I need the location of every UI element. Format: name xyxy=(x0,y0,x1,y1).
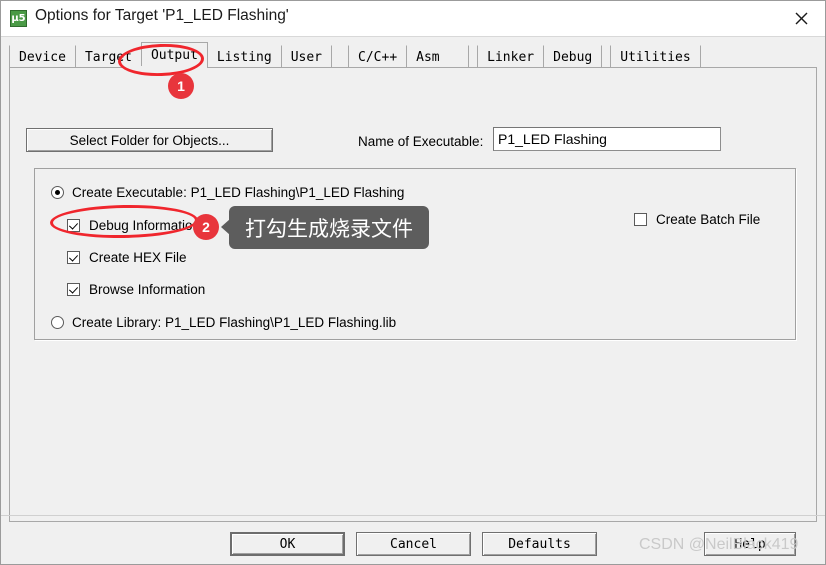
tab-asm[interactable]: Asm xyxy=(406,45,470,68)
keil-uvision-icon: μ5 xyxy=(10,10,27,27)
footer-divider xyxy=(1,515,825,516)
select-folder-for-objects-button[interactable]: Select Folder for Objects... xyxy=(26,128,273,152)
tab-c-cpp[interactable]: C/C++ xyxy=(348,45,408,68)
checkbox-indicator-unchecked xyxy=(634,213,647,226)
checkbox-indicator-checked xyxy=(67,283,80,296)
tab-target[interactable]: Target xyxy=(74,45,142,68)
browse-information-checkbox[interactable]: Browse Information xyxy=(67,282,205,297)
tab-listing[interactable]: Listing xyxy=(206,45,282,68)
dialog-client-area: Device Target Output Listing User C/C++ Asm Lin… xyxy=(1,36,825,564)
selected-tab-seam xyxy=(123,66,196,69)
create-library-label: Create Library: P1_LED Flashing\P1_LED F… xyxy=(72,315,397,330)
tab-output[interactable]: Output xyxy=(140,42,208,68)
radio-indicator-unchecked xyxy=(51,316,64,329)
tab-device[interactable]: Device xyxy=(9,45,76,68)
checkbox-indicator-checked xyxy=(67,251,80,264)
create-hex-file-checkbox[interactable]: Create HEX File xyxy=(67,250,187,265)
tab-debug[interactable]: Debug xyxy=(543,45,603,68)
ok-button[interactable]: OK xyxy=(230,532,345,556)
screenshot-root: μ5 Options for Target 'P1_LED Flashing' … xyxy=(0,0,826,565)
cancel-button[interactable]: Cancel xyxy=(356,532,471,556)
debug-information-label: Debug Information xyxy=(89,218,201,233)
title-bar: μ5 Options for Target 'P1_LED Flashing' xyxy=(1,1,825,36)
tab-utilities[interactable]: Utilities xyxy=(610,45,701,68)
defaults-button[interactable]: Defaults xyxy=(482,532,597,556)
name-of-executable-label: Name of Executable: xyxy=(358,134,484,149)
tab-user[interactable]: User xyxy=(280,45,333,68)
debug-information-checkbox[interactable]: Debug Information xyxy=(67,218,200,233)
close-icon[interactable] xyxy=(779,2,824,35)
dialog-title: Options for Target 'P1_LED Flashing' xyxy=(35,7,289,24)
create-batch-file-label: Create Batch File xyxy=(656,212,761,227)
create-batch-file-checkbox[interactable]: Create Batch File xyxy=(634,212,760,227)
create-hex-file-label: Create HEX File xyxy=(89,250,187,265)
checkbox-indicator-checked xyxy=(67,219,80,232)
help-button[interactable]: Help xyxy=(704,532,796,556)
create-executable-label: Create Executable: P1_LED Flashing\P1_LE… xyxy=(72,185,405,200)
create-library-radio[interactable]: Create Library: P1_LED Flashing\P1_LED F… xyxy=(51,315,396,330)
tab-strip: Device Target Output Listing User C/C++ Asm Lin… xyxy=(9,42,701,68)
options-dialog-window: μ5 Options for Target 'P1_LED Flashing' … xyxy=(0,0,826,565)
name-of-executable-input[interactable] xyxy=(493,127,721,151)
create-executable-radio[interactable]: Create Executable: P1_LED Flashing\P1_LE… xyxy=(51,185,404,200)
radio-indicator-checked xyxy=(51,186,64,199)
tab-linker[interactable]: Linker xyxy=(477,45,545,68)
browse-information-label: Browse Information xyxy=(89,282,206,297)
